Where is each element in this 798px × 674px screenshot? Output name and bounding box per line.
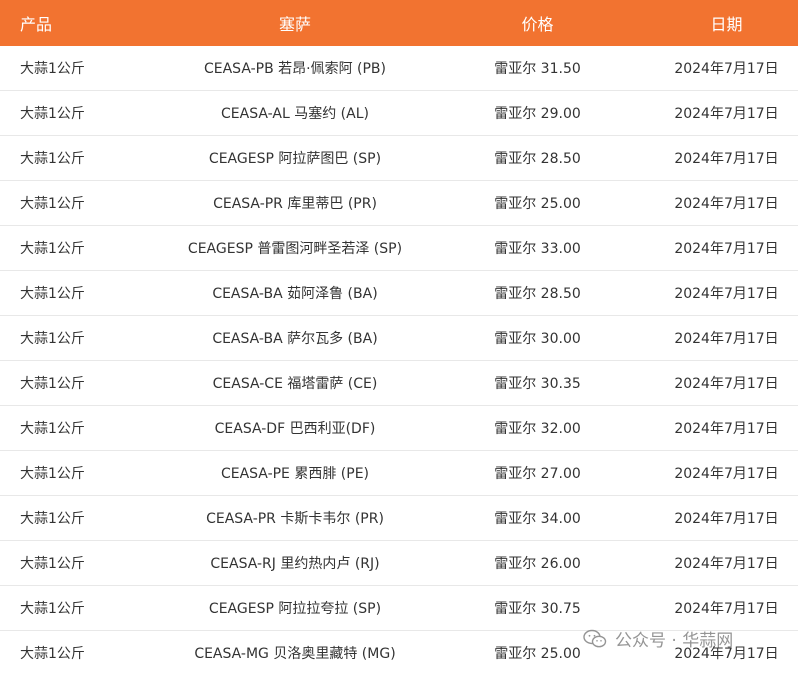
cell-price: 雷亚尔 30.75 [494,601,581,617]
cell-product: 大蒜1公斤 [20,601,85,617]
table-row: 大蒜1公斤 CEASA-PR 库里蒂巴 (PR) 雷亚尔 25.00 2024年7月1… [0,181,798,226]
table-row: 大蒜1公斤 CEAGESP 阿拉萨图巴 (SP) 雷亚尔 28.50 2024年7月1… [0,136,798,181]
cell-market: CEASA-PR 库里蒂巴 (PR) [213,196,377,212]
table-row: 大蒜1公斤 CEAGESP 普雷图河畔圣若泽 (SP) 雷亚尔 33.00 2024年… [0,226,798,271]
cell-product: 大蒜1公斤 [20,466,85,482]
cell-date: 2024年7月17日 [674,556,779,572]
cell-date: 2024年7月17日 [674,511,779,527]
cell-market: CEASA-MG 贝洛奥里藏特 (MG) [194,646,396,662]
cell-date: 2024年7月17日 [674,466,779,482]
header-market: 塞萨 [278,15,311,34]
table-row: 大蒜1公斤 CEASA-DF 巴西利亚(DF) 雷亚尔 32.00 2024年7月17… [0,406,798,451]
cell-product: 大蒜1公斤 [20,241,85,257]
table-body: 大蒜1公斤 CEASA-PB 若昂·佩索阿 (PB) 雷亚尔 31.50 2024年7… [0,46,798,674]
cell-product: 大蒜1公斤 [20,421,85,437]
cell-market: CEASA-PB 若昂·佩索阿 (PB) [203,61,387,77]
wechat-icon [583,629,607,647]
cell-market: CEAGESP 阿拉萨图巴 (SP) [208,151,382,167]
header-product: 产品 [20,15,53,34]
cell-date: 2024年7月17日 [674,331,779,347]
cell-price: 雷亚尔 32.00 [494,421,581,437]
cell-market: CEASA-PE 累西腓 (PE) [220,466,370,482]
cell-market: CEASA-BA 茹阿泽鲁 (BA) [212,286,378,302]
cell-price: 雷亚尔 31.50 [494,61,581,77]
cell-product: 大蒜1公斤 [20,106,85,122]
table-row: 大蒜1公斤 CEASA-CE 福塔雷萨 (CE) 雷亚尔 30.35 2024年7月1… [0,361,798,406]
cell-product: 大蒜1公斤 [20,196,85,212]
table-row: 大蒜1公斤 CEASA-AL 马塞约 (AL) 雷亚尔 29.00 2024年7月17… [0,91,798,136]
cell-product: 大蒜1公斤 [20,286,85,302]
table-row: 大蒜1公斤 CEASA-BA 茹阿泽鲁 (BA) 雷亚尔 28.50 2024年7月1… [0,271,798,316]
cell-market: CEASA-AL 马塞约 (AL) [221,106,369,122]
cell-market: CEASA-PR 卡斯卡韦尔 (PR) [206,511,384,527]
cell-date: 2024年7月17日 [674,421,779,437]
cell-market: CEAGESP 阿拉拉夸拉 (SP) [208,601,382,617]
cell-market: CEASA-DF 巴西利亚(DF) [214,421,376,437]
table-row: 大蒜1公斤 CEASA-PE 累西腓 (PE) 雷亚尔 27.00 2024年7月17… [0,451,798,496]
cell-price: 雷亚尔 28.50 [494,151,581,167]
cell-price: 雷亚尔 34.00 [494,511,581,527]
cell-date: 2024年7月17日 [674,376,779,392]
cell-date: 2024年7月17日 [674,601,779,617]
price-table: 产品 塞萨 价格 日期 大蒜1公斤 CEASA-PB 若昂·佩索阿 (PB) 雷亚尔… [0,0,798,674]
table-row: 大蒜1公斤 CEAGESP 阿拉拉夸拉 (SP) 雷亚尔 30.75 2024年7月1… [0,586,798,631]
cell-product: 大蒜1公斤 [20,376,85,392]
cell-market: CEASA-CE 福塔雷萨 (CE) [212,376,378,392]
cell-product: 大蒜1公斤 [20,556,85,572]
header-price: 价格 [521,15,554,34]
cell-product: 大蒜1公斤 [20,151,85,167]
cell-price: 雷亚尔 33.00 [494,241,581,257]
cell-product: 大蒜1公斤 [20,61,85,77]
cell-date: 2024年7月17日 [674,241,779,257]
cell-price: 雷亚尔 30.35 [494,376,581,392]
cell-price: 雷亚尔 25.00 [494,196,581,212]
cell-market: CEASA-BA 萨尔瓦多 (BA) [212,331,378,347]
cell-market: CEASA-RJ 里约热内卢 (RJ) [210,556,380,572]
cell-date: 2024年7月17日 [674,61,779,77]
table-row: 大蒜1公斤 CEASA-BA 萨尔瓦多 (BA) 雷亚尔 30.00 2024年7月1… [0,316,798,361]
cell-product: 大蒜1公斤 [20,511,85,527]
cell-product: 大蒜1公斤 [20,646,85,662]
table-header: 产品 塞萨 价格 日期 [0,0,798,46]
cell-price: 雷亚尔 29.00 [494,106,581,122]
table-row: 大蒜1公斤 CEASA-PB 若昂·佩索阿 (PB) 雷亚尔 31.50 2024年7… [0,46,798,91]
table-row: 大蒜1公斤 CEASA-PR 卡斯卡韦尔 (PR) 雷亚尔 34.00 2024年7月… [0,496,798,541]
cell-date: 2024年7月17日 [674,196,779,212]
cell-price: 雷亚尔 30.00 [494,331,581,347]
watermark: 公众号 · 华蒜网 [583,626,733,651]
cell-price: 雷亚尔 28.50 [494,286,581,302]
watermark-text: 公众号 · 华蒜网 [615,631,734,651]
cell-price: 雷亚尔 27.00 [494,466,581,482]
cell-product: 大蒜1公斤 [20,331,85,347]
cell-price: 雷亚尔 26.00 [494,556,581,572]
table-row: 大蒜1公斤 CEASA-RJ 里约热内卢 (RJ) 雷亚尔 26.00 2024年7月… [0,541,798,586]
cell-date: 2024年7月17日 [674,106,779,122]
cell-date: 2024年7月17日 [674,286,779,302]
cell-date: 2024年7月17日 [674,151,779,167]
cell-market: CEAGESP 普雷图河畔圣若泽 (SP) [187,241,403,257]
header-date: 日期 [710,15,743,34]
